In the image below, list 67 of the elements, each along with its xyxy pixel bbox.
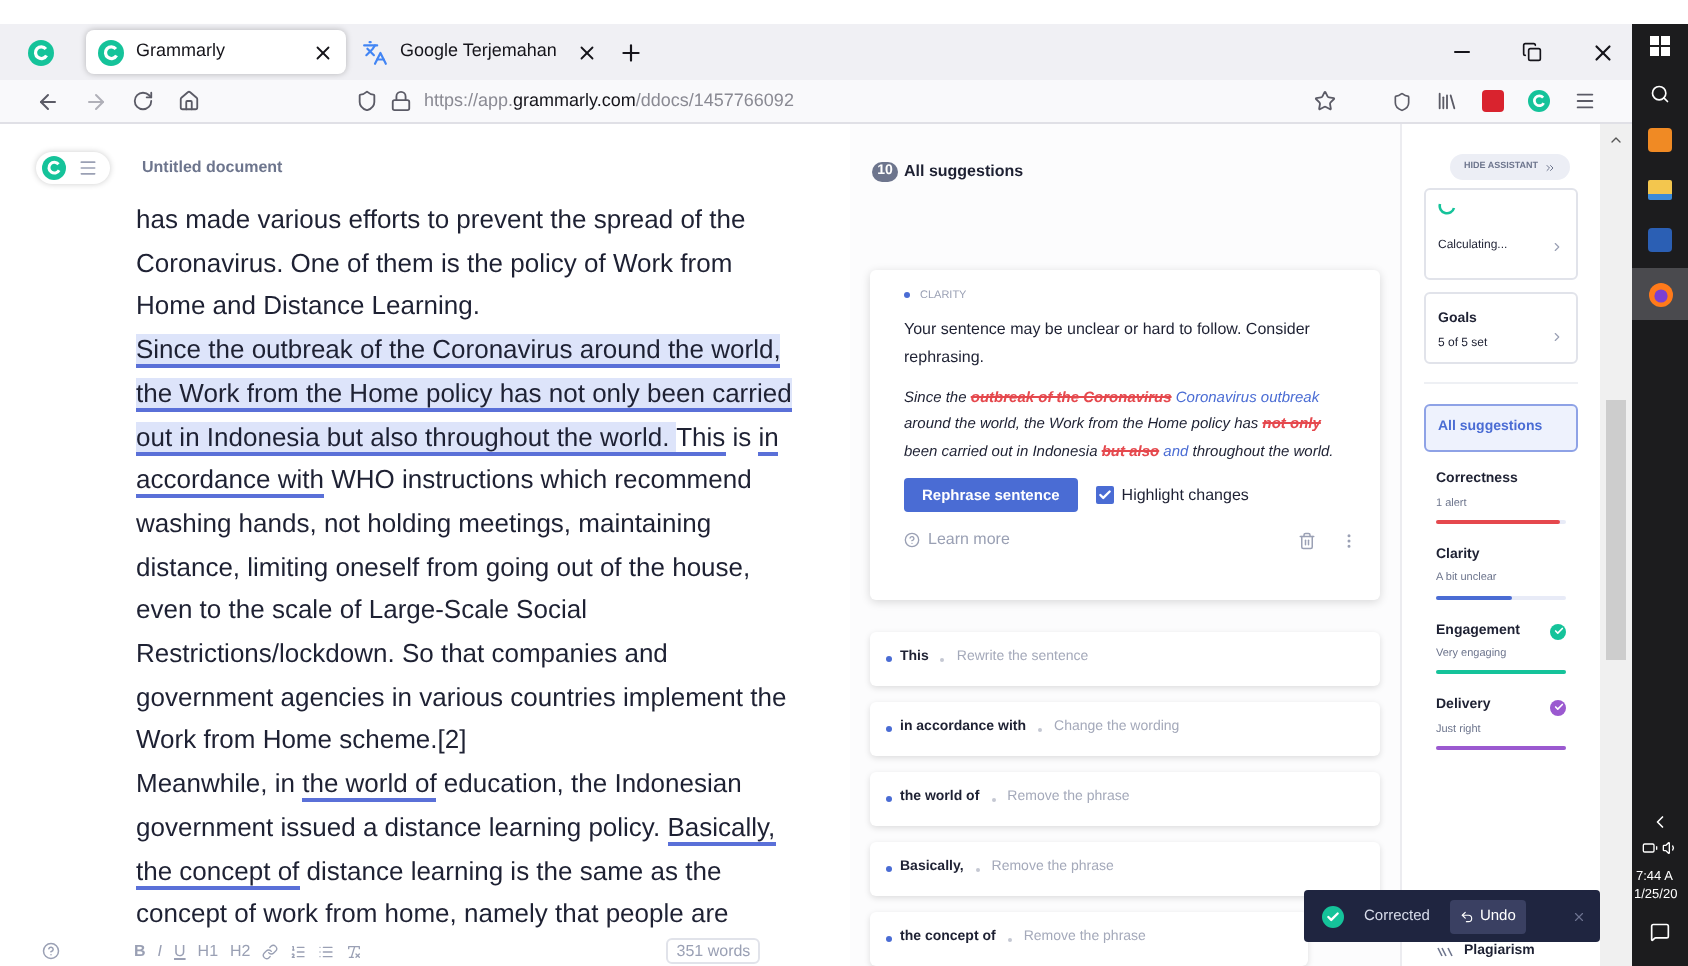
notification-icon[interactable]: [1650, 922, 1670, 942]
document-text-line: the concept of distance learning is the same as the: [136, 855, 722, 890]
browser-app-icon[interactable]: [1647, 281, 1673, 307]
loading-spinner-icon: [1438, 202, 1456, 216]
back-icon[interactable]: [36, 89, 60, 113]
success-check-icon: [1322, 905, 1344, 927]
reload-icon[interactable]: [132, 90, 154, 112]
shield-icon: [356, 90, 378, 112]
windows-start-icon[interactable]: [1650, 36, 1670, 56]
document-title[interactable]: Untitled document: [142, 152, 283, 184]
highlight-checkbox[interactable]: [1095, 486, 1114, 505]
extension-icon[interactable]: [1482, 90, 1504, 112]
close-window-icon[interactable]: [1590, 39, 1616, 65]
chevron-icon: [1550, 330, 1564, 344]
numbered-list-icon[interactable]: [290, 943, 307, 959]
volume-icon[interactable]: [1662, 839, 1678, 855]
document-text-line: Meanwhile, in the world of education, the Indonesian: [136, 768, 742, 803]
home-icon[interactable]: [178, 90, 200, 112]
battery-icon[interactable]: [1642, 839, 1658, 855]
scrollbar-thumb[interactable]: [1606, 400, 1626, 660]
document-text-line: Coronavirus. One of them is the policy of Work from: [136, 247, 733, 278]
lock-icon: [390, 90, 412, 112]
new-tab-icon[interactable]: [618, 39, 644, 65]
link-icon[interactable]: [262, 943, 279, 959]
close-tab-icon[interactable]: [576, 41, 598, 63]
close-tab-icon[interactable]: [312, 41, 334, 63]
document-text-line: government agencies in various countries implement the: [136, 681, 787, 712]
translate-icon: [362, 39, 388, 65]
document-text-line: Restrictions/lockdown. So that companies and: [136, 638, 668, 669]
restore-icon[interactable]: [1522, 42, 1542, 62]
browser-tab[interactable]: Grammarly: [86, 30, 346, 74]
document-text-line: washing hands, not holding meetings, maintaining: [136, 507, 712, 538]
document-text-line: accordance with WHO instructions which recommend: [136, 464, 752, 499]
document-text-line: out in Indonesia but also throughout the world. This is in: [136, 421, 779, 456]
clear-format-icon[interactable]: [346, 943, 363, 959]
help-icon: [904, 532, 920, 549]
panel-title: All suggestions: [904, 160, 1024, 185]
extension-logo-icon: [28, 39, 54, 65]
browser-tab[interactable]: Google Terjemahan: [350, 30, 610, 74]
grammarly-logo-icon: [42, 156, 66, 180]
document-text-line: even to the scale of Large-Scale Social: [136, 594, 587, 625]
checkbox-label: Highlight changes: [1121, 483, 1249, 508]
undo-icon: [1459, 909, 1474, 923]
tab-logo-icon: [98, 39, 124, 65]
bookmark-star-icon[interactable]: [1314, 90, 1336, 112]
document-text-line: concept of work from home, namely that people are: [136, 898, 729, 929]
url-text: https://app.grammarly.com/ddocs/1457766092: [424, 87, 796, 114]
trash-icon[interactable]: [1298, 531, 1316, 550]
chevrons-icon: [1544, 161, 1556, 173]
search-icon[interactable]: [1650, 84, 1670, 104]
document-text-line: has made various efforts to prevent the spread of the: [136, 204, 746, 234]
suggestion-message: Your sentence may be unclear or hard to follow. Consider rephrasing.: [904, 317, 1312, 370]
library-icon[interactable]: [1436, 90, 1458, 112]
address-bar[interactable]: https://app.grammarly.com/ddocs/1457766092: [356, 83, 1336, 119]
plagiarism-quote-icon: [1436, 945, 1456, 958]
chevron-icon: [1550, 240, 1564, 254]
document-text-line: Work from Home scheme.[2]: [136, 724, 467, 755]
document-text-line: distance, limiting oneself from going out of the house,: [136, 551, 751, 582]
close-toast-icon[interactable]: [1572, 909, 1586, 923]
menu-icon[interactable]: [1574, 90, 1596, 112]
scroll-up-icon[interactable]: [1608, 132, 1624, 148]
grammarly-extension-icon: [1528, 90, 1550, 112]
document-text-line: government issued a distance learning policy. Basically,: [136, 811, 776, 846]
document-text-line: Home and Distance Learning.: [136, 290, 480, 321]
menu-icon: [78, 158, 98, 178]
help-icon[interactable]: [42, 942, 60, 960]
bullet-list-icon[interactable]: [318, 943, 335, 959]
